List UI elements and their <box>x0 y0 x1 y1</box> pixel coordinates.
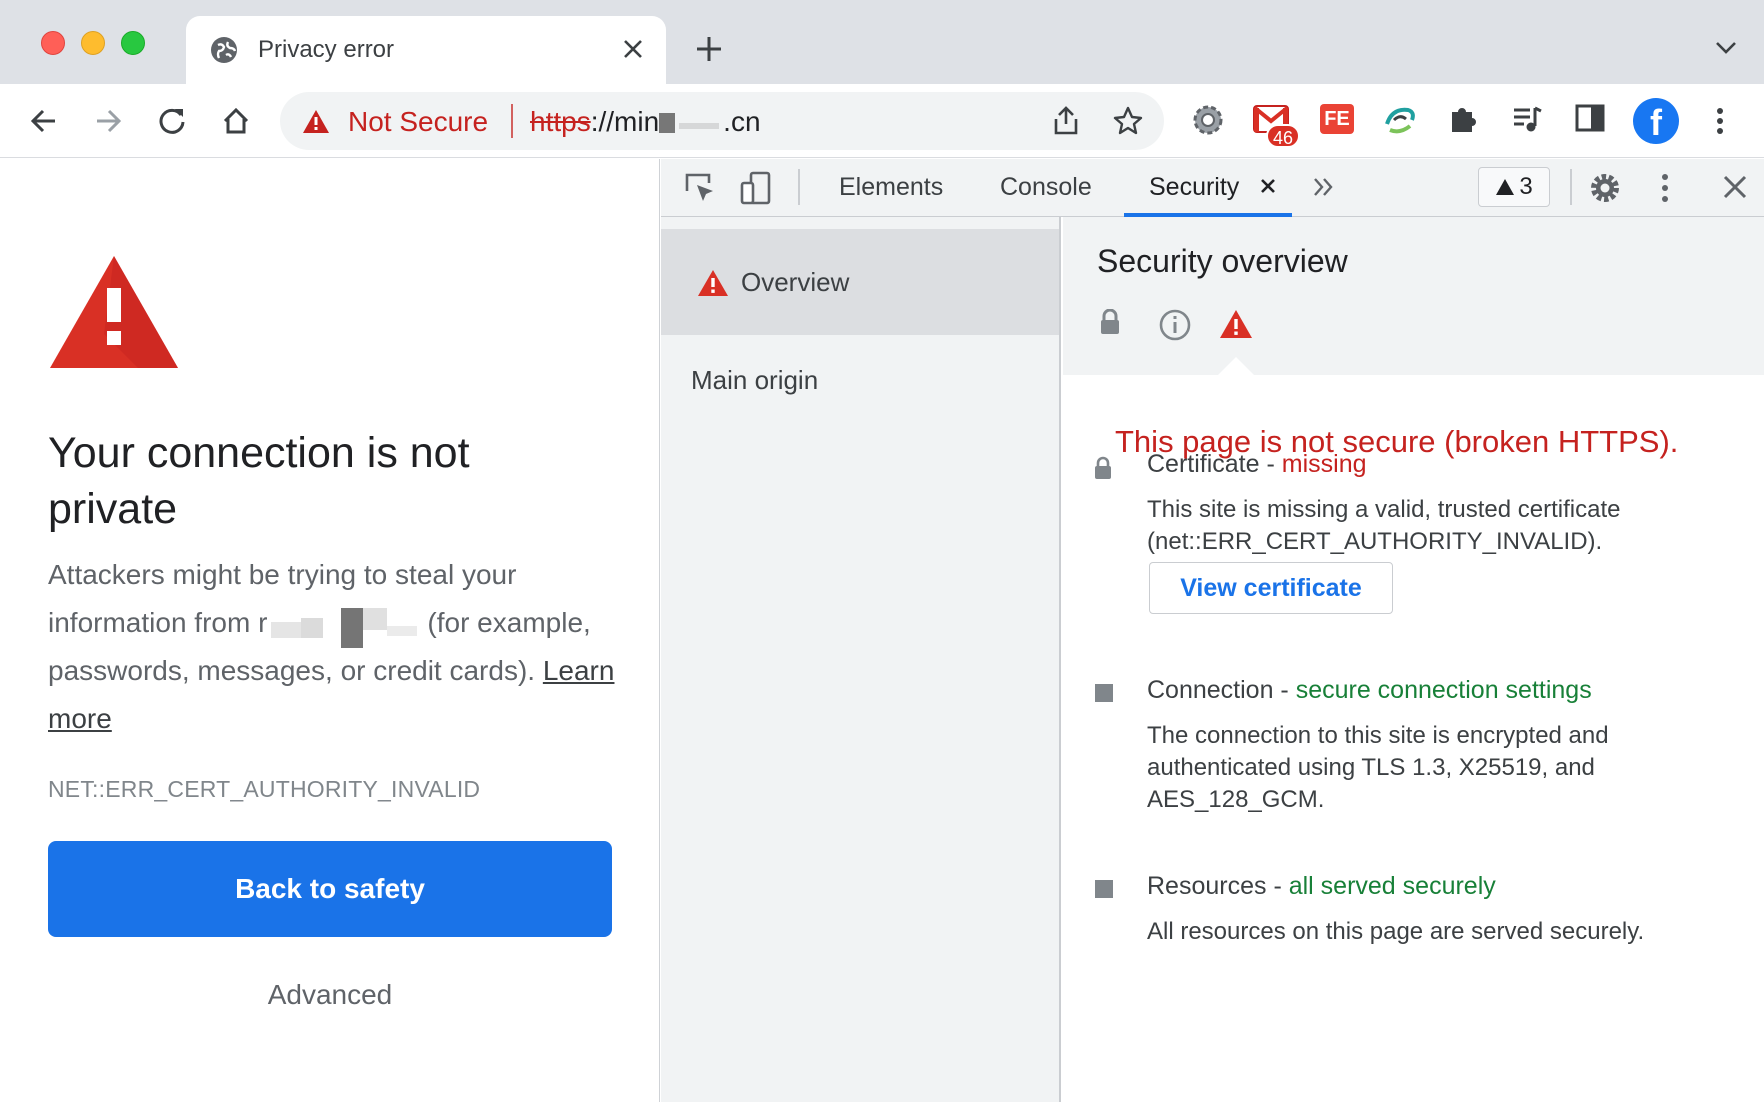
redacted-hostname <box>267 608 427 648</box>
share-icon[interactable] <box>1052 106 1080 136</box>
tab-title: Privacy error <box>258 36 395 63</box>
sidebar-item-overview[interactable]: Overview <box>661 229 1059 335</box>
security-status-text[interactable]: Not Secure <box>348 106 488 138</box>
tab-elements[interactable]: Elements <box>839 173 943 202</box>
connection-title: Connection - secure connection settings <box>1147 676 1592 705</box>
devtools-kebab-menu-icon[interactable] <box>1661 171 1669 205</box>
inspect-element-icon[interactable] <box>683 171 717 205</box>
description-host-start: r <box>258 607 268 638</box>
info-icon <box>1159 309 1191 341</box>
media-controls-icon[interactable] <box>1510 102 1544 136</box>
address-bar[interactable]: Not Secure https://min .cn <box>280 92 1164 150</box>
back-arrow-icon[interactable] <box>27 104 61 138</box>
connection-label: Connection - <box>1147 676 1296 704</box>
tab-privacy-error[interactable]: Privacy error <box>186 16 666 84</box>
window-maximize-button[interactable] <box>121 31 145 55</box>
browser-toolbar: Not Secure https://min .cn 46 FE f <box>0 84 1764 158</box>
devtools-panel: Elements Console Security 3 Overview Mai… <box>661 159 1764 1102</box>
tab-security[interactable]: Security <box>1149 173 1239 202</box>
kebab-menu-icon[interactable] <box>1703 104 1737 138</box>
profile-avatar[interactable]: f <box>1633 98 1679 144</box>
url-separator: :// <box>590 106 615 137</box>
security-overview-title: Security overview <box>1097 243 1348 279</box>
connection-description: The connection to this site is encrypted… <box>1147 722 1609 813</box>
url-scheme: https <box>530 106 591 137</box>
toolbar-divider <box>1570 169 1572 205</box>
new-tab-plus-icon[interactable] <box>694 34 724 64</box>
home-icon[interactable] <box>219 104 253 138</box>
tab-close-icon[interactable] <box>622 38 644 60</box>
tab-console[interactable]: Console <box>1000 173 1092 202</box>
resources-label: Resources - <box>1147 872 1289 900</box>
lock-icon <box>1099 309 1121 335</box>
device-toolbar-icon[interactable] <box>739 171 773 205</box>
reload-icon[interactable] <box>155 104 189 138</box>
bookmark-star-icon[interactable] <box>1112 105 1144 137</box>
swirl-extension-icon[interactable] <box>1382 102 1418 138</box>
resources-status: all served securely <box>1288 872 1496 900</box>
advanced-button[interactable]: Advanced <box>48 965 612 1025</box>
window-minimize-button[interactable] <box>81 31 105 55</box>
issues-count: 3 <box>1519 173 1533 200</box>
sidebar-item-label: Overview <box>741 267 850 297</box>
close-tab-icon[interactable] <box>1259 177 1277 195</box>
window-close-button[interactable] <box>41 31 65 55</box>
side-panel-icon[interactable] <box>1574 102 1606 134</box>
tab-strip: Privacy error <box>0 0 1764 84</box>
resources-title: Resources - all served securely <box>1147 872 1496 901</box>
back-to-safety-button[interactable]: Back to safety <box>48 841 612 937</box>
connection-status: secure connection settings <box>1295 676 1592 704</box>
issue-warning-icon <box>1496 179 1515 195</box>
warning-icon <box>697 269 729 297</box>
resources-description: All resources on this page are served se… <box>1147 918 1645 945</box>
certificate-title: Certificate - missing <box>1147 450 1367 479</box>
page-description: Attackers might be trying to steal your … <box>48 551 618 743</box>
close-devtools-icon[interactable] <box>1721 173 1749 201</box>
puzzle-extensions-icon[interactable] <box>1446 102 1480 136</box>
issues-counter[interactable]: 3 <box>1478 167 1550 207</box>
url-host-end: .cn <box>723 106 761 137</box>
fe-extension-icon[interactable]: FE <box>1320 104 1354 134</box>
forward-arrow-icon[interactable] <box>91 104 125 138</box>
security-overview-header: Security overview <box>1063 217 1764 375</box>
resources-status-icon <box>1095 880 1113 898</box>
error-code: NET::ERR_CERT_AUTHORITY_INVALID <box>48 776 481 802</box>
certificate-description: This site is missing a valid, trusted ce… <box>1147 496 1621 555</box>
not-secure-warning-icon[interactable] <box>302 109 330 134</box>
url-text[interactable]: https://min .cn <box>530 106 761 138</box>
page-heading: Your connection is not private <box>48 429 470 533</box>
gmail-unread-badge: 46 <box>1266 124 1300 148</box>
certificate-label: Certificate - <box>1147 450 1282 478</box>
settings-gear-icon[interactable] <box>1588 171 1622 205</box>
certificate-status: missing <box>1281 450 1367 478</box>
more-tabs-chevron-icon[interactable] <box>1311 175 1335 199</box>
large-warning-icon <box>48 254 180 370</box>
globe-icon <box>210 36 238 64</box>
summary-pointer <box>1218 357 1254 375</box>
sidebar-item-main-origin[interactable]: Main origin <box>691 365 818 396</box>
toolbar-divider <box>798 169 800 205</box>
view-certificate-button[interactable]: View certificate <box>1149 562 1393 614</box>
devtools-tabbar: Elements Console Security 3 <box>661 159 1764 217</box>
warning-icon <box>1219 309 1253 339</box>
lock-icon <box>1093 456 1113 480</box>
security-sidebar: Overview Main origin <box>661 217 1061 1102</box>
privacy-error-page: Your connection is not private Attackers… <box>0 159 660 1102</box>
redacted-pixels <box>659 113 676 133</box>
tab-search-chevron-down-icon[interactable] <box>1714 40 1738 56</box>
connection-status-icon <box>1095 684 1113 702</box>
omnibox-divider <box>511 104 513 138</box>
settings-gear-extension-icon[interactable] <box>1190 102 1226 138</box>
url-host-start: min <box>614 106 660 137</box>
security-overview-main: Security overview This page is not secur… <box>1063 217 1764 1102</box>
redacted-pixels <box>679 123 720 129</box>
